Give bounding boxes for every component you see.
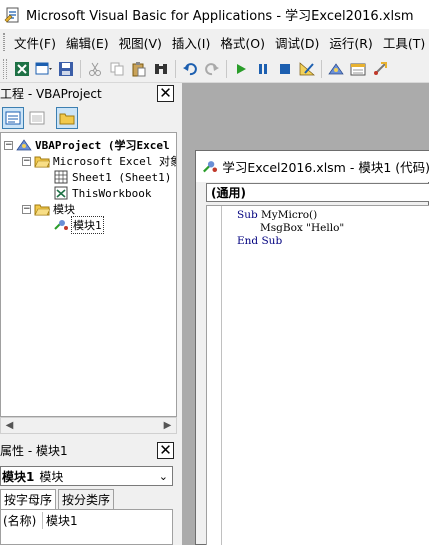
tree-label-module1: 模块1 [71,216,104,234]
properties-tabs: 按字母序 按分类序 [0,489,177,509]
redo-icon[interactable] [203,60,221,78]
design-mode-icon[interactable] [298,60,316,78]
code-window-title-bar[interactable]: 学习Excel2016.xlsm - 模块1 (代码) [196,151,429,182]
menu-run[interactable]: 运行(R) [324,31,377,54]
scroll-left-icon[interactable]: ◀ [1,418,18,433]
project-explorer-icon[interactable] [327,60,345,78]
properties-grid: (名称) 模块1 [0,509,173,545]
menubar-grip[interactable] [3,33,5,51]
cut-icon[interactable] [86,60,104,78]
view-code-button[interactable] [2,107,24,129]
object-select[interactable]: (通用) [206,183,429,202]
watermark: CSDN @qilei2010 [297,519,407,534]
tree-label-vbaproject: VBAProject (学习Excel [35,139,170,152]
view-object-button[interactable] [26,107,48,129]
workbook-icon [53,186,69,200]
module-icon [203,160,218,172]
toolbar-separator [80,59,81,78]
reset-icon[interactable] [276,60,294,78]
property-value[interactable]: 模块1 [43,512,78,529]
tree-node-thisworkbook[interactable]: ThisWorkbook [53,185,151,201]
tree-node-module1[interactable]: 模块1 [53,216,104,234]
project-horizontal-scrollbar[interactable]: ◀ ▶ [0,417,177,434]
tree-node-sheet1[interactable]: Sheet1 (Sheet1) [53,169,171,185]
vba-app-icon [4,7,19,22]
save-icon[interactable] [57,60,75,78]
code-line-2: MsgBox "Hello" [260,222,345,234]
open-folder-icon [34,202,50,216]
excel-icon[interactable] [13,60,31,78]
menu-view[interactable]: 视图(V) [114,31,167,54]
menu-insert[interactable]: 插入(I) [167,31,215,54]
tree-label-sheet1: Sheet1 (Sheet1) [72,170,172,184]
chevron-down-icon[interactable]: ⌄ [159,470,168,483]
open-folder-icon [34,154,50,168]
toggle-folders-button[interactable] [56,107,78,129]
tree-node-vbaproject[interactable]: − VBAProject (学习Excel [4,137,170,153]
collapse-expander[interactable]: − [22,156,31,166]
run-icon[interactable] [232,60,250,78]
tab-alphabetic[interactable]: 按字母序 [0,489,57,509]
menu-format[interactable]: 格式(O) [215,31,270,54]
close-icon[interactable]: ✕ [157,84,174,102]
toolbox-icon[interactable] [371,60,389,78]
undo-icon[interactable] [181,60,199,78]
tree-label-modules: 模块 [53,203,75,216]
title-bar: Microsoft Visual Basic for Applications … [0,0,429,29]
project-explorer-title: 工程 - VBAProject [0,86,102,101]
menu-bar: 文件(F) 编辑(E) 视图(V) 插入(I) 格式(O) 调试(D) 运行(R… [0,29,429,55]
code-window: 学习Excel2016.xlsm - 模块1 (代码) (通用) Sub MyM… [195,150,429,545]
properties-object-select[interactable]: 模块1 模块 ⌄ [0,466,173,486]
view-code-icon [5,111,21,125]
scroll-right-icon[interactable]: ▶ [159,418,176,433]
menu-tools[interactable]: 工具(T) [378,31,429,54]
property-row[interactable]: (名称) 模块1 [3,511,78,529]
standard-toolbar [0,55,429,83]
close-icon[interactable]: ✕ [157,441,174,459]
find-icon[interactable] [152,60,170,78]
menu-file[interactable]: 文件(F) [9,31,61,54]
properties-header: 属性 - 模块1 ✕ [0,438,177,462]
properties-icon[interactable] [349,60,367,78]
tree-node-modules[interactable]: − 模块 [22,201,75,217]
vba-project-icon [16,138,32,152]
menu-debug[interactable]: 调试(D) [270,31,324,54]
tree-label-thisworkbook: ThisWorkbook [72,186,152,200]
code-editor[interactable]: Sub MyMicro() MsgBox "Hello" End Sub [206,205,429,545]
window-title: Microsoft Visual Basic for Applications … [26,9,414,24]
worksheet-icon [53,170,69,184]
collapse-expander[interactable]: − [4,140,13,150]
code-line-1: Sub MyMicro() [237,209,318,221]
toolbar-separator [175,59,176,78]
project-explorer-header: 工程 - VBAProject ✕ [0,83,177,103]
tab-categorized[interactable]: 按分类序 [58,489,115,509]
toolbar-grip[interactable] [3,58,7,79]
tree-node-excel-objects[interactable]: − Microsoft Excel 对象 [22,153,177,169]
code-margin[interactable] [207,206,222,545]
break-icon[interactable] [254,60,272,78]
toolbar-separator [321,59,322,78]
code-window-title: 学习Excel2016.xlsm - 模块1 (代码) [222,160,429,175]
selected-object-type: 模块 [39,469,64,484]
properties-title: 属性 - 模块1 [0,443,68,458]
view-object-icon [29,111,45,125]
paste-icon[interactable] [130,60,148,78]
project-tree: − VBAProject (学习Excel − Microsoft Excel … [0,132,177,417]
insert-module-icon[interactable] [35,60,53,78]
tree-label-excel-objects: Microsoft Excel 对象 [53,155,177,168]
selected-object-name: 模块1 [2,469,35,484]
project-explorer-toolbar [0,104,177,132]
folder-icon [59,113,75,125]
menu-edit[interactable]: 编辑(E) [61,31,114,54]
code-line-3: End Sub [237,235,283,247]
module-icon [53,218,69,232]
toolbar-separator [226,59,227,78]
property-name: (名称) [3,511,43,529]
collapse-expander[interactable]: − [22,204,31,214]
copy-icon[interactable] [108,60,126,78]
